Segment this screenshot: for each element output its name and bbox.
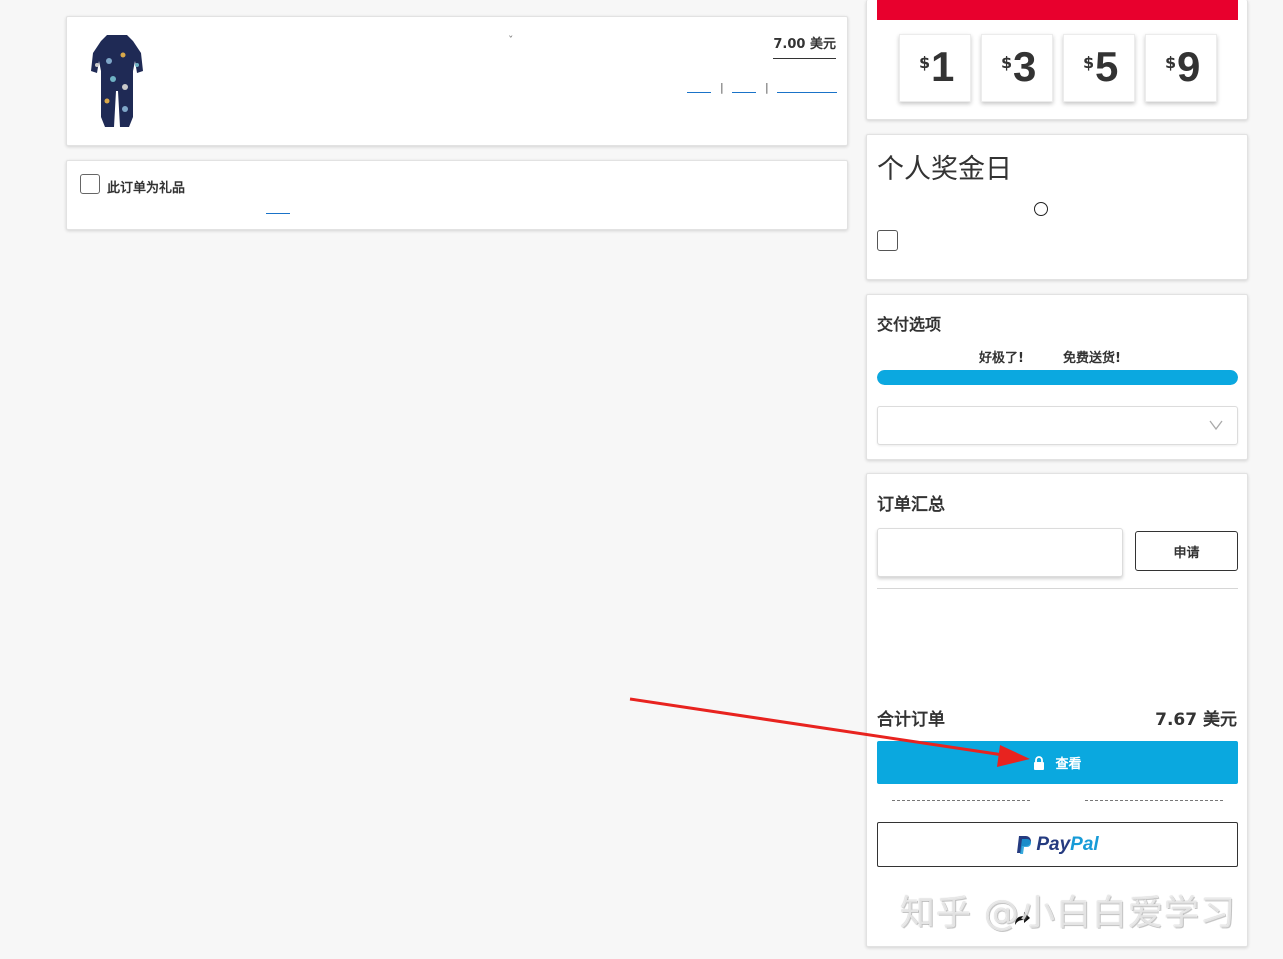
divider-line-right: [1085, 800, 1223, 801]
paypal-button[interactable]: PayPal: [877, 822, 1238, 867]
watermark: 知乎 @小白白爱学习: [900, 894, 1237, 934]
order-total-label: 合计订单: [877, 710, 945, 730]
promo-code-input[interactable]: [877, 528, 1123, 577]
action-separator: |: [765, 81, 769, 94]
item-action-link-1[interactable]: [687, 92, 711, 93]
amount-value: 5: [1095, 43, 1119, 90]
order-summary-card: 订单汇总 申请 合计订单 7.67 美元 查看 PayPal: [866, 473, 1248, 947]
lock-icon: [1034, 755, 1045, 770]
roundup-banner: [877, 0, 1238, 20]
delivery-title: 交付选项: [877, 315, 942, 334]
checkout-label: 查看: [1055, 757, 1082, 772]
bonus-info-radio[interactable]: [1034, 202, 1048, 216]
action-separator: |: [720, 81, 724, 94]
paypal-pal-text: Pal: [1070, 833, 1099, 855]
amount-value: 9: [1177, 43, 1201, 90]
currency-symbol: $: [1165, 53, 1177, 72]
item-action-link-3[interactable]: [777, 92, 837, 93]
bonus-day-card: 个人奖金日: [866, 134, 1248, 280]
donate-amount-5-button[interactable]: $ 5: [1063, 34, 1135, 102]
apply-promo-button[interactable]: 申请: [1135, 531, 1238, 571]
item-price: 7.00 美元: [773, 33, 836, 59]
progress-fill: [877, 370, 1238, 385]
divider-line-left: [892, 800, 1030, 801]
gift-option-card: 此订单为礼品: [66, 160, 848, 230]
free-shipping-text: 免费送货!: [1063, 351, 1121, 366]
order-total-value: 7.67 美元: [1155, 710, 1237, 730]
currency-symbol: $: [1001, 53, 1013, 72]
donate-amount-1-button[interactable]: $ 1: [899, 34, 971, 102]
order-summary-title: 订单汇总: [877, 495, 945, 515]
amount-value: 3: [1013, 43, 1037, 90]
bonus-day-title: 个人奖金日: [877, 154, 1012, 185]
gift-checkbox[interactable]: [80, 174, 100, 194]
product-image[interactable]: [89, 31, 145, 129]
paypal-wordmark: PayPal: [1036, 834, 1098, 856]
quantity-chevron-icon[interactable]: ˇ: [508, 34, 514, 47]
free-shipping-progress-bar: [877, 370, 1238, 385]
roundup-donation-card: $ 1 $ 3 $ 5 $ 9: [866, 0, 1248, 120]
chevron-down-icon: [1209, 420, 1223, 431]
item-action-link-2[interactable]: [732, 92, 756, 93]
gift-details-link[interactable]: [266, 213, 290, 214]
bonus-day-checkbox[interactable]: [877, 230, 898, 251]
summary-divider: [877, 588, 1238, 589]
donate-amount-9-button[interactable]: $ 9: [1145, 34, 1217, 102]
cart-item-card: ˇ 7.00 美元 | |: [66, 16, 848, 146]
shipping-great-text: 好极了!: [979, 351, 1024, 366]
gift-label: 此订单为礼品: [107, 181, 186, 196]
paypal-logo-icon: [1017, 835, 1032, 854]
amount-value: 1: [931, 43, 955, 90]
delivery-method-select[interactable]: [877, 406, 1238, 445]
checkout-button[interactable]: 查看: [877, 741, 1238, 784]
delivery-options-card: 交付选项 好极了! 免费送货!: [866, 294, 1248, 460]
currency-symbol: $: [1083, 53, 1095, 72]
currency-symbol: $: [919, 53, 931, 72]
donate-amount-3-button[interactable]: $ 3: [981, 34, 1053, 102]
paypal-pay-text: Pay: [1036, 833, 1071, 855]
